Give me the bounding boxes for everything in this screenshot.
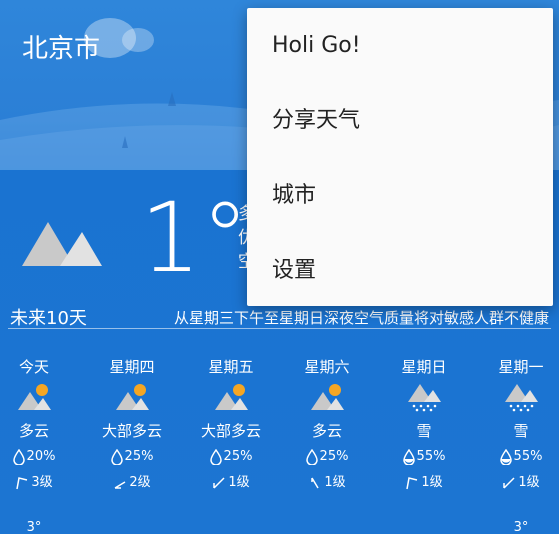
day-name: 星期一 bbox=[498, 358, 544, 376]
day-condition: 雪 bbox=[416, 422, 432, 440]
forecast-day[interactable]: 星期六 多云 25% 1级 bbox=[277, 356, 377, 494]
precip-value: 55% bbox=[416, 449, 446, 464]
day-condition: 大部多云 bbox=[101, 422, 162, 440]
raindrop-half-icon bbox=[499, 449, 512, 465]
precip-value: 20% bbox=[26, 449, 56, 464]
wind-value: 1级 bbox=[324, 475, 346, 490]
precip-chance: 25% bbox=[82, 446, 182, 468]
cloudy-mountains-icon bbox=[22, 222, 102, 266]
partly-cloudy-icon bbox=[116, 384, 149, 410]
precip-chance: 55% bbox=[471, 446, 559, 468]
day-condition: 多云 bbox=[18, 422, 49, 440]
wind-level: 1级 bbox=[374, 472, 474, 494]
forecast-day[interactable]: 今天 多云 20% 3级 3° bbox=[0, 356, 84, 534]
wind-level: 1级 bbox=[277, 472, 377, 494]
raindrop-icon bbox=[209, 449, 222, 465]
raindrop-icon bbox=[110, 449, 123, 465]
raindrop-icon bbox=[305, 449, 318, 465]
partly-cloudy-icon bbox=[215, 384, 248, 410]
wind-value: 1级 bbox=[421, 475, 443, 490]
divider bbox=[8, 328, 551, 329]
precip-chance: 25% bbox=[277, 446, 377, 468]
menu-item-settings[interactable]: 设置 bbox=[247, 233, 553, 308]
city-name[interactable]: 北京市 bbox=[22, 28, 100, 65]
wind-direction-icon bbox=[16, 477, 28, 490]
partly-cloudy-icon bbox=[18, 384, 51, 410]
forecast-day[interactable]: 星期日 雪 55% 1级 bbox=[374, 356, 474, 494]
precip-value: 55% bbox=[513, 449, 543, 464]
wind-direction-icon bbox=[311, 477, 320, 489]
wind-level: 1级 bbox=[181, 472, 281, 494]
day-condition: 大部多云 bbox=[200, 422, 261, 440]
raindrop-half-icon bbox=[402, 449, 415, 465]
raindrop-icon bbox=[12, 449, 25, 465]
wind-value: 1级 bbox=[228, 475, 250, 490]
wind-direction-icon bbox=[114, 481, 126, 489]
wind-value: 2级 bbox=[129, 475, 151, 490]
precip-value: 25% bbox=[223, 449, 253, 464]
precip-value: 25% bbox=[124, 449, 154, 464]
forecast-day[interactable]: 星期一 雪 55% 1级 3° bbox=[471, 356, 559, 534]
wind-value: 3级 bbox=[31, 475, 53, 490]
day-name: 今天 bbox=[18, 358, 49, 376]
wind-level: 1级 bbox=[471, 472, 559, 494]
current-temperature: 1° bbox=[140, 182, 250, 294]
wind-direction-icon bbox=[503, 477, 515, 489]
day-name: 星期日 bbox=[401, 358, 447, 376]
day-condition: 雪 bbox=[513, 422, 529, 440]
wind-direction-icon bbox=[213, 477, 225, 489]
low-temperature: 3° bbox=[513, 520, 529, 534]
forecast-day[interactable]: 星期四 大部多云 25% 2级 bbox=[82, 356, 182, 494]
precip-chance: 55% bbox=[374, 446, 474, 468]
day-name: 星期五 bbox=[208, 358, 254, 376]
menu-item-city[interactable]: 城市 bbox=[247, 158, 553, 233]
snow-icon bbox=[408, 384, 441, 412]
precip-chance: 20% bbox=[0, 446, 84, 468]
day-name: 星期四 bbox=[109, 358, 155, 376]
precip-value: 25% bbox=[319, 449, 349, 464]
menu-item-holi-go[interactable]: Holi Go! bbox=[247, 8, 553, 83]
forecast-days: 今天 多云 20% 3级 3° 星期四 大部多云 25% 2级 星期五 大部多云… bbox=[0, 356, 559, 534]
forecast-day[interactable]: 星期五 大部多云 25% 1级 bbox=[181, 356, 281, 494]
day-name: 星期六 bbox=[304, 358, 350, 376]
low-temperature: 3° bbox=[26, 520, 42, 534]
partly-cloudy-icon bbox=[311, 384, 344, 410]
wind-level: 3级 bbox=[0, 472, 84, 494]
wind-direction-icon bbox=[406, 477, 418, 490]
wind-value: 1级 bbox=[518, 475, 540, 490]
precip-chance: 25% bbox=[181, 446, 281, 468]
menu-item-share-weather[interactable]: 分享天气 bbox=[247, 83, 553, 158]
forecast-title: 未来10天 bbox=[10, 308, 87, 329]
wind-level: 2级 bbox=[82, 472, 182, 494]
air-quality-note: 从星期三下午至星期日深夜空气质量将对敏感人群不健康 bbox=[173, 309, 549, 327]
overflow-menu: Holi Go! 分享天气 城市 设置 bbox=[247, 8, 553, 306]
day-condition: 多云 bbox=[311, 422, 342, 440]
snow-icon bbox=[505, 384, 538, 412]
